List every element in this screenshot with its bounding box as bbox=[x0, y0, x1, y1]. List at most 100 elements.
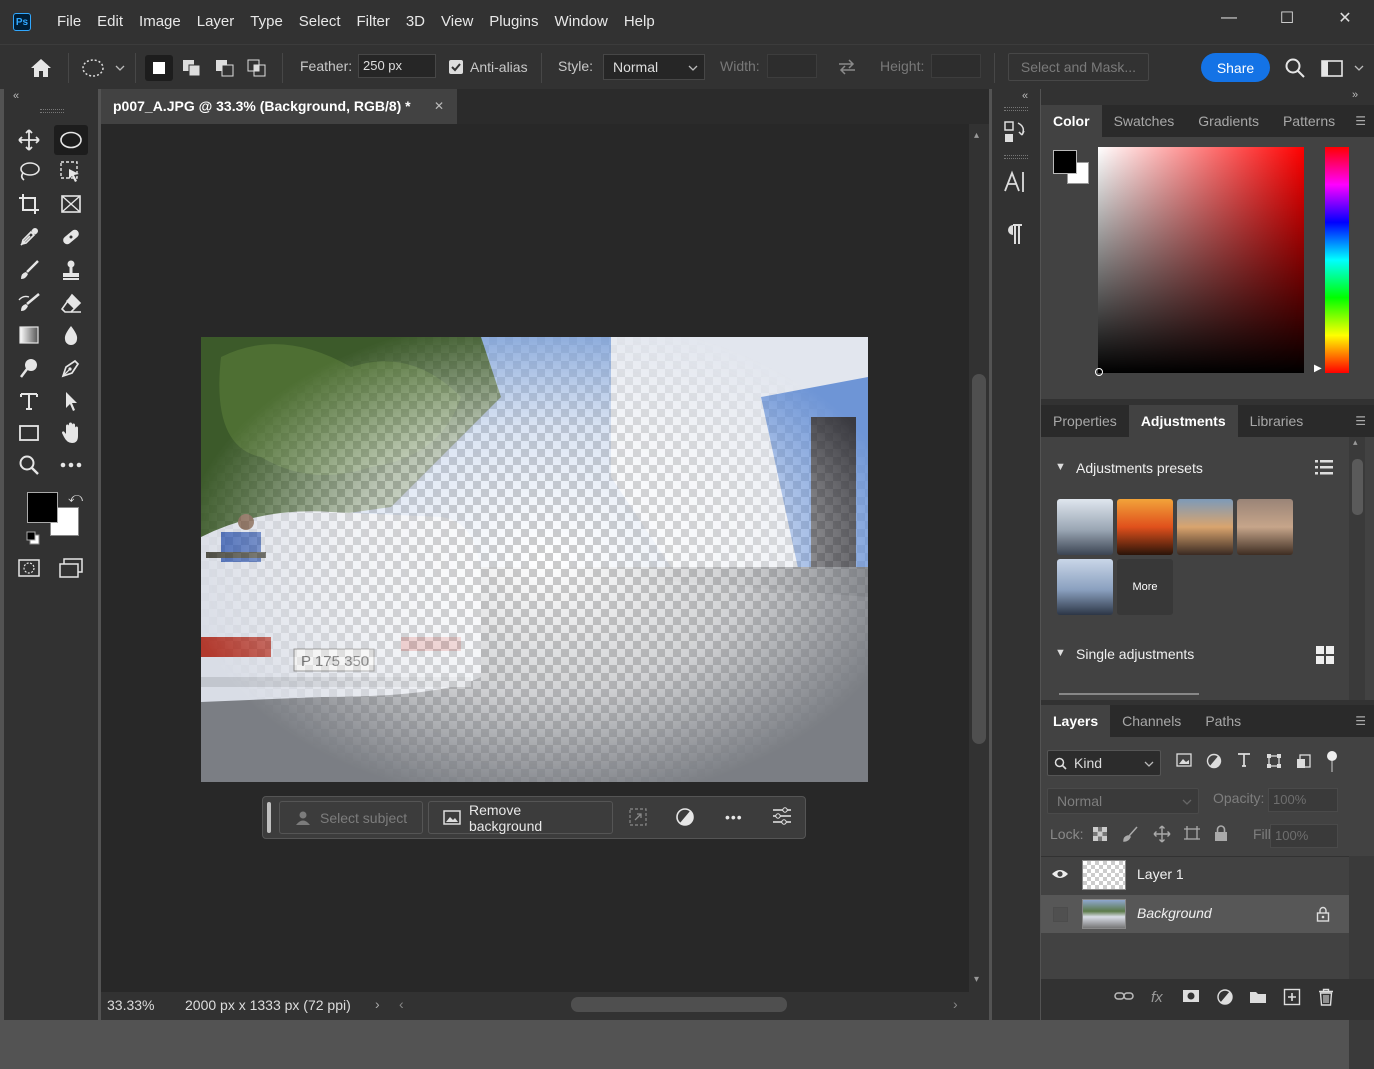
lock-image-pixels-icon[interactable] bbox=[1123, 826, 1139, 842]
menu-view[interactable]: View bbox=[433, 0, 481, 44]
type-layer-filter-icon[interactable] bbox=[1236, 752, 1254, 770]
workspace-icon[interactable] bbox=[1318, 55, 1366, 81]
antialias-checkbox[interactable] bbox=[449, 60, 463, 74]
layer-effects-icon[interactable]: fx bbox=[1151, 989, 1163, 1006]
layers-scrollbar[interactable] bbox=[1349, 856, 1374, 1069]
strip-grip-2[interactable] bbox=[1004, 155, 1028, 159]
close-window-button[interactable]: ✕ bbox=[1316, 0, 1374, 36]
single-adjustments-title[interactable]: Single adjustments bbox=[1076, 646, 1194, 662]
object-selection-tool-icon[interactable] bbox=[54, 157, 88, 187]
tab-patterns[interactable]: Patterns bbox=[1271, 105, 1347, 137]
new-selection-icon[interactable] bbox=[145, 55, 173, 81]
scroll-down-icon[interactable]: ▾ bbox=[974, 974, 979, 985]
color-panel-menu-icon[interactable]: ☰ bbox=[1355, 105, 1366, 137]
tab-channels[interactable]: Channels bbox=[1110, 705, 1193, 737]
adjustment-layer-filter-icon[interactable] bbox=[1206, 753, 1224, 771]
character-panel-icon[interactable] bbox=[1002, 169, 1030, 197]
zoom-level[interactable]: 33.33% bbox=[107, 997, 154, 1013]
history-brush-tool-icon[interactable] bbox=[12, 288, 46, 318]
preset-thumbnail-1[interactable] bbox=[1057, 499, 1113, 555]
share-button[interactable]: Share bbox=[1201, 53, 1270, 82]
quick-mask-icon[interactable] bbox=[12, 553, 46, 583]
transform-selection-icon[interactable] bbox=[628, 807, 650, 829]
type-tool-icon[interactable] bbox=[12, 386, 46, 416]
new-layer-icon[interactable] bbox=[1283, 988, 1303, 1008]
blend-mode-select[interactable]: Normal bbox=[1047, 788, 1199, 814]
preset-thumbnail-2[interactable] bbox=[1117, 499, 1173, 555]
crop-tool-icon[interactable] bbox=[12, 189, 46, 219]
eyedropper-tool-icon[interactable] bbox=[12, 222, 46, 252]
rectangle-tool-icon[interactable] bbox=[12, 418, 46, 448]
select-subject-button[interactable]: Select subject bbox=[279, 801, 423, 834]
filter-toggle-icon[interactable] bbox=[1326, 750, 1340, 774]
foreground-color-swatch[interactable] bbox=[27, 492, 58, 523]
menu-layer[interactable]: Layer bbox=[189, 0, 243, 44]
tab-color[interactable]: Color bbox=[1041, 105, 1102, 137]
background-layer-thumbnail[interactable] bbox=[1082, 899, 1126, 929]
tab-adjustments[interactable]: Adjustments bbox=[1128, 405, 1238, 437]
menu-filter[interactable]: Filter bbox=[349, 0, 398, 44]
visibility-toggle-empty[interactable] bbox=[1053, 907, 1068, 922]
link-layers-icon[interactable] bbox=[1114, 989, 1134, 1007]
add-to-selection-icon[interactable] bbox=[178, 55, 206, 81]
vertical-scrollbar[interactable]: ▴ ▾ bbox=[969, 124, 989, 992]
swap-width-height-icon[interactable] bbox=[834, 55, 860, 79]
close-tab-icon[interactable]: ✕ bbox=[434, 89, 444, 124]
hue-slider[interactable] bbox=[1325, 147, 1349, 373]
zoom-tool-icon[interactable] bbox=[12, 450, 46, 480]
strip-grip[interactable] bbox=[1004, 107, 1028, 111]
preset-thumbnail-4[interactable] bbox=[1237, 499, 1293, 555]
select-and-mask-button[interactable]: Select and Mask... bbox=[1008, 53, 1149, 81]
scroll-right-icon[interactable]: › bbox=[953, 996, 958, 1012]
layer-1-name[interactable]: Layer 1 bbox=[1137, 866, 1184, 882]
eye-icon[interactable] bbox=[1051, 867, 1071, 883]
background-layer-name[interactable]: Background bbox=[1137, 905, 1212, 921]
blur-tool-icon[interactable] bbox=[54, 320, 88, 350]
preset-thumbnail-5[interactable] bbox=[1057, 559, 1113, 615]
lock-position-icon[interactable] bbox=[1153, 825, 1171, 843]
adjustments-presets-title[interactable]: Adjustments presets bbox=[1076, 460, 1203, 476]
tab-layers[interactable]: Layers bbox=[1041, 705, 1111, 737]
clone-stamp-tool-icon[interactable] bbox=[54, 255, 88, 285]
edit-toolbar-icon[interactable] bbox=[54, 450, 88, 480]
fill-input[interactable]: 100% bbox=[1270, 824, 1338, 848]
spot-healing-brush-tool-icon[interactable] bbox=[54, 222, 88, 252]
elliptical-marquee-preset-icon[interactable] bbox=[78, 55, 126, 81]
move-tool-icon[interactable] bbox=[12, 125, 46, 155]
screen-mode-icon[interactable] bbox=[54, 553, 88, 583]
new-fill-adjustment-layer-icon[interactable] bbox=[1216, 988, 1236, 1008]
toolbar-grip[interactable] bbox=[40, 109, 64, 113]
menu-file[interactable]: File bbox=[49, 0, 89, 44]
taskbar-grip[interactable] bbox=[267, 802, 271, 833]
adjustments-scroll-up-icon[interactable]: ▴ bbox=[1353, 437, 1358, 448]
more-options-icon[interactable]: ••• bbox=[725, 809, 743, 825]
chevron-down-icon[interactable]: ▼ bbox=[1055, 461, 1066, 473]
color-saturation-field[interactable] bbox=[1095, 147, 1304, 376]
menu-select[interactable]: Select bbox=[291, 0, 349, 44]
chevron-down-icon[interactable]: ▼ bbox=[1055, 647, 1066, 659]
collapse-strip-icon[interactable]: « bbox=[1022, 90, 1028, 102]
document-info[interactable]: 2000 px x 1333 px (72 ppi) bbox=[185, 997, 351, 1013]
layer-row-layer-1[interactable]: Layer 1 bbox=[1041, 856, 1349, 894]
feather-input[interactable]: 250 px bbox=[358, 54, 436, 78]
collapse-toolbar-icon[interactable]: « bbox=[13, 90, 19, 102]
menu-type[interactable]: Type bbox=[242, 0, 291, 44]
layer-1-thumbnail[interactable] bbox=[1082, 860, 1126, 890]
collapse-dock-icon[interactable]: » bbox=[1352, 89, 1358, 101]
style-select[interactable]: Normal bbox=[603, 54, 705, 80]
taskbar-settings-icon[interactable] bbox=[772, 807, 794, 829]
eraser-tool-icon[interactable] bbox=[54, 288, 88, 318]
minimize-button[interactable]: — bbox=[1200, 0, 1258, 36]
intersect-selection-icon[interactable] bbox=[243, 55, 271, 81]
adjustments-scroll-thumb[interactable] bbox=[1352, 459, 1363, 515]
add-mask-icon[interactable] bbox=[1182, 989, 1202, 1007]
pen-tool-icon[interactable] bbox=[54, 353, 88, 383]
brush-tool-icon[interactable] bbox=[12, 255, 46, 285]
width-input[interactable] bbox=[767, 54, 817, 78]
lasso-tool-icon[interactable] bbox=[12, 157, 46, 187]
default-colors-icon[interactable] bbox=[26, 531, 40, 545]
menu-image[interactable]: Image bbox=[131, 0, 189, 44]
lock-artboard-icon[interactable] bbox=[1183, 826, 1201, 842]
home-icon[interactable] bbox=[26, 55, 56, 81]
lock-all-icon[interactable] bbox=[1214, 825, 1228, 841]
